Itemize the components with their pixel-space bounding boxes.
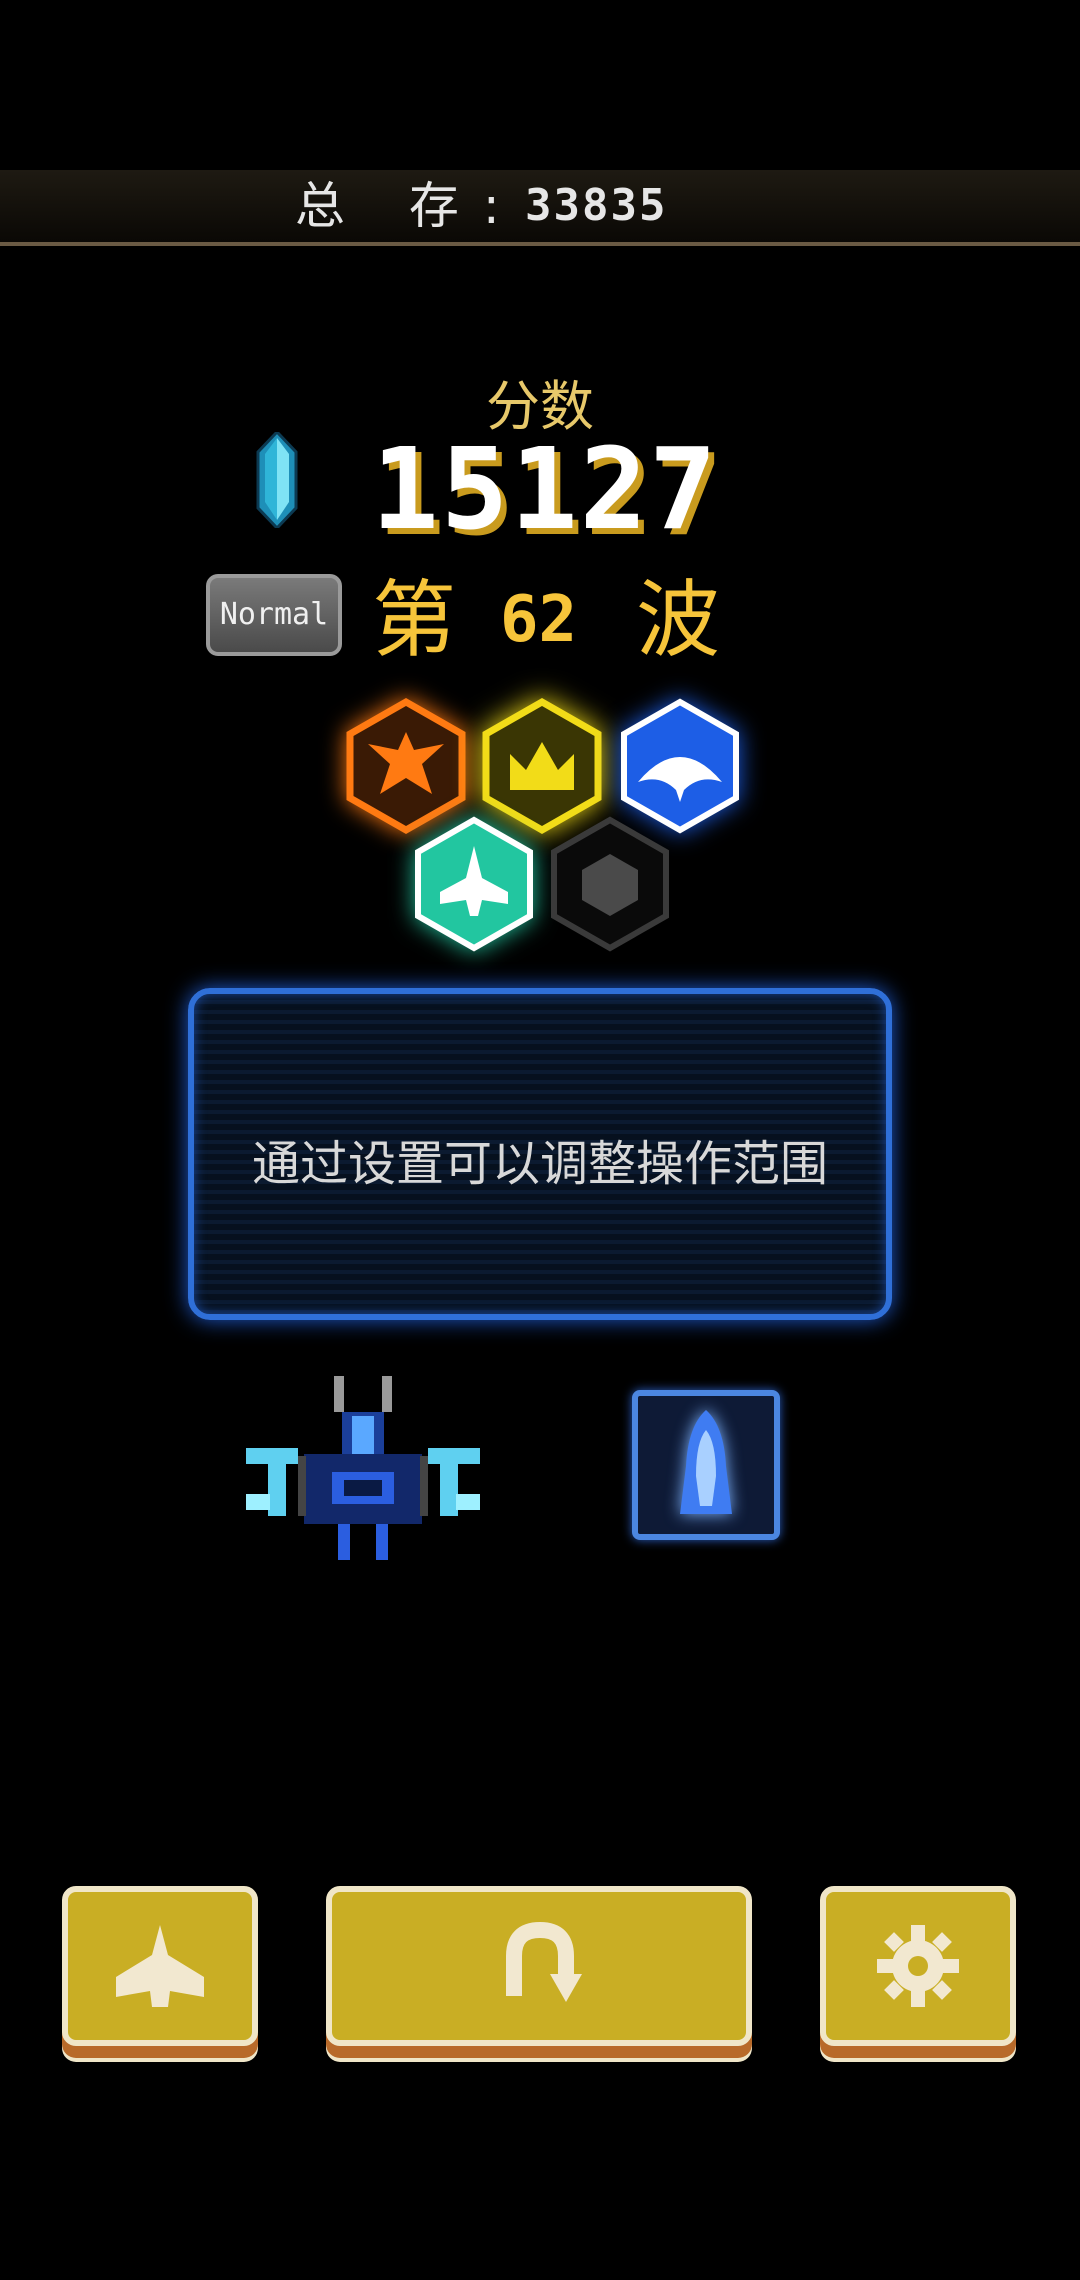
difficulty-badge: Normal — [206, 574, 342, 656]
fighter-icon — [415, 816, 533, 952]
restart-icon — [506, 1921, 582, 2002]
item-slot[interactable] — [632, 1390, 780, 1540]
fighter-medal — [412, 816, 536, 952]
gear-icon — [877, 1925, 959, 2007]
crown-medal — [480, 697, 604, 835]
ship-icon — [116, 1925, 204, 2007]
player-ship-icon — [246, 1376, 480, 1560]
restart-button[interactable] — [326, 1886, 752, 2046]
wave-suffix: 波 — [636, 571, 721, 669]
hint-panel: 通过设置可以调整操作范围 — [188, 988, 892, 1320]
wave-number: 62 — [500, 583, 578, 657]
manta-medal — [618, 698, 742, 834]
empty-hex-icon — [551, 816, 669, 952]
wave-prefix: 第 — [372, 571, 457, 669]
total-label: 总 存: — [295, 177, 524, 235]
total-value: 33835 — [525, 180, 668, 231]
total-bar: 总 存: 33835 — [0, 170, 1080, 246]
score-value: 15127 — [371, 425, 719, 555]
settings-button[interactable] — [820, 1886, 1016, 2046]
ship-select-button[interactable] — [62, 1886, 258, 2046]
empty-medal — [548, 816, 672, 952]
eagle-icon — [346, 697, 466, 835]
crown-icon — [482, 697, 602, 835]
eagle-medal — [344, 697, 468, 835]
hint-text: 通过设置可以调整操作范围 — [251, 1136, 828, 1192]
manta-icon — [621, 698, 739, 834]
bullet-icon — [680, 1410, 732, 1514]
